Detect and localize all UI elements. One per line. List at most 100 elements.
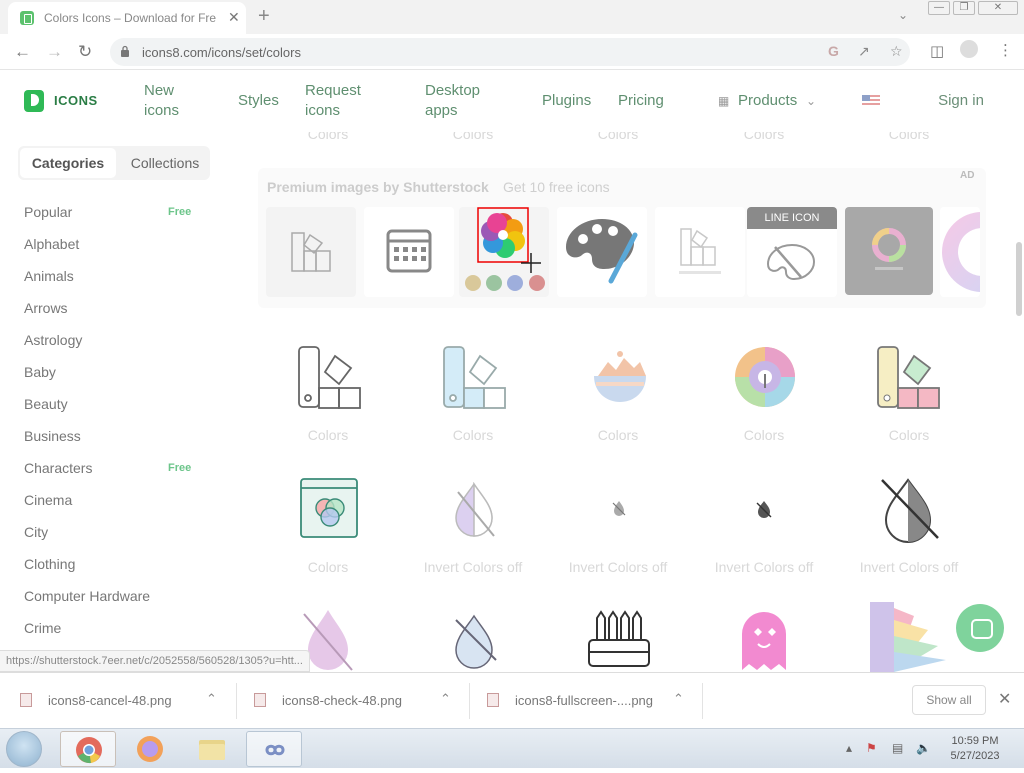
start-button[interactable] bbox=[6, 731, 42, 767]
promo-thumb-swatch-outline[interactable] bbox=[655, 207, 745, 297]
color-wheel-search-icon[interactable] bbox=[732, 344, 798, 410]
sidebar-item-characters[interactable]: Characters bbox=[24, 460, 92, 476]
sidebar-item-baby[interactable]: Baby bbox=[24, 364, 56, 380]
chevron-up-icon[interactable]: ⌃ bbox=[673, 691, 684, 707]
nav-desktop-apps[interactable]: Desktop apps bbox=[425, 81, 495, 121]
us-flag-icon[interactable] bbox=[862, 95, 880, 107]
icon-caption[interactable]: Invert Colors off bbox=[413, 559, 533, 575]
nav-pricing[interactable]: Pricing bbox=[618, 91, 664, 111]
download-item[interactable]: icons8-fullscreen-....png ⌃ bbox=[487, 687, 697, 715]
volume-muted-icon[interactable]: 🔈 bbox=[916, 741, 931, 755]
icon-caption[interactable]: Colors bbox=[268, 132, 388, 142]
chevron-up-icon[interactable]: ⌃ bbox=[206, 691, 217, 707]
rgb-circles-icon[interactable] bbox=[300, 478, 360, 540]
tray-expand-icon[interactable]: ▴ bbox=[846, 741, 852, 755]
nav-plugins[interactable]: Plugins bbox=[542, 91, 591, 111]
action-center-flag-icon[interactable]: ⚑ bbox=[866, 741, 877, 755]
sidebar-item-arrows[interactable]: Arrows bbox=[24, 300, 68, 316]
close-tab-button[interactable]: ✕ bbox=[228, 9, 240, 26]
address-bar[interactable]: icons8.com/icons/set/colors G ↗ ☆ bbox=[110, 38, 910, 66]
icon-caption[interactable]: Colors bbox=[268, 427, 388, 443]
sidebar-item-clothing[interactable]: Clothing bbox=[24, 556, 75, 572]
drop-half-icon[interactable] bbox=[450, 614, 500, 672]
download-item[interactable]: icons8-check-48.png ⌃ bbox=[254, 687, 464, 715]
sidebar-item-popular[interactable]: Popular bbox=[24, 204, 72, 220]
promo-thumb-gradient[interactable] bbox=[940, 207, 980, 297]
icon-caption[interactable]: Colors bbox=[849, 132, 969, 142]
minimize-window-button[interactable]: — bbox=[928, 1, 950, 15]
sidebar-item-beauty[interactable]: Beauty bbox=[24, 396, 68, 412]
nav-request-icons[interactable]: Request icons bbox=[305, 81, 375, 121]
sidebar-item-business[interactable]: Business bbox=[24, 428, 81, 444]
sidebar-item-city[interactable]: City bbox=[24, 524, 48, 540]
clock-date[interactable]: 5/27/2023 bbox=[940, 750, 1010, 762]
sidebar-item-crime[interactable]: Crime bbox=[24, 620, 61, 636]
sidebar-item-computer-hardware[interactable]: Computer Hardware bbox=[24, 588, 150, 604]
clock-time[interactable]: 10:59 PM bbox=[940, 735, 1010, 747]
promo-thumb-calendar[interactable] bbox=[364, 207, 454, 297]
icon-caption[interactable]: Colors bbox=[413, 132, 533, 142]
icon-caption[interactable]: Colors bbox=[558, 427, 678, 443]
show-all-downloads-button[interactable]: Show all bbox=[912, 685, 986, 715]
close-window-button[interactable]: ✕ bbox=[978, 1, 1018, 15]
sidebar-item-cinema[interactable]: Cinema bbox=[24, 492, 72, 508]
swatch-color-icon[interactable] bbox=[877, 346, 941, 410]
browser-menu-icon[interactable]: ⋮ bbox=[998, 41, 1013, 59]
chevron-down-icon[interactable]: ⌄ bbox=[806, 91, 816, 111]
sidebar-item-alphabet[interactable]: Alphabet bbox=[24, 236, 79, 252]
nav-styles[interactable]: Styles bbox=[238, 91, 279, 111]
maximize-window-button[interactable]: ❐ bbox=[953, 1, 975, 15]
close-download-shelf-icon[interactable]: ✕ bbox=[998, 689, 1011, 709]
browser-tab[interactable]: Colors Icons – Download for Fre ✕ bbox=[8, 2, 246, 34]
page-scrollbar[interactable] bbox=[1016, 242, 1022, 316]
promo-title[interactable]: Premium images by Shutterstock bbox=[267, 179, 489, 195]
icon-caption[interactable]: Invert Colors off bbox=[558, 559, 678, 575]
invert-colors-off-small-icon[interactable] bbox=[756, 500, 772, 518]
icon-caption[interactable]: Colors bbox=[413, 427, 533, 443]
firefox-taskbar-button[interactable] bbox=[122, 731, 178, 767]
invert-colors-off-large-icon[interactable] bbox=[878, 476, 940, 544]
sidebar-item-astrology[interactable]: Astrology bbox=[24, 332, 82, 348]
promo-link[interactable]: Get 10 free icons bbox=[503, 179, 610, 195]
crayon-box-icon[interactable] bbox=[587, 608, 651, 668]
sidebar-item-animals[interactable]: Animals bbox=[24, 268, 74, 284]
icon-caption[interactable]: Colors bbox=[704, 132, 824, 142]
download-filename[interactable]: icons8-check-48.png bbox=[282, 693, 402, 708]
share-icon[interactable]: ↗ bbox=[858, 43, 870, 60]
promo-thumb-line-icon[interactable]: LINE ICON bbox=[747, 207, 837, 297]
star-bookmark-icon[interactable]: ☆ bbox=[890, 43, 903, 60]
reload-icon[interactable]: ↻ bbox=[78, 42, 92, 62]
invert-colors-off-small-icon[interactable] bbox=[612, 500, 626, 516]
promo-thumb-swatch[interactable] bbox=[266, 207, 356, 297]
chrome-taskbar-button[interactable] bbox=[60, 731, 116, 767]
back-arrow-icon[interactable]: ← bbox=[14, 42, 31, 62]
icon-caption[interactable]: Colors bbox=[704, 427, 824, 443]
new-tab-button[interactable]: + bbox=[258, 5, 270, 28]
tab-collections[interactable]: Collections bbox=[122, 148, 208, 178]
promo-thumb-color-wheel[interactable] bbox=[459, 207, 549, 297]
nav-products[interactable]: Products bbox=[738, 91, 797, 111]
tab-categories[interactable]: Categories bbox=[20, 148, 116, 178]
forward-arrow-icon[interactable]: → bbox=[46, 42, 63, 62]
nav-new-icons[interactable]: New icons bbox=[144, 81, 194, 121]
icon-caption[interactable]: Invert Colors off bbox=[849, 559, 969, 575]
swatch-blue-icon[interactable] bbox=[443, 346, 507, 410]
download-filename[interactable]: icons8-cancel-48.png bbox=[48, 693, 172, 708]
promo-thumb-palette[interactable] bbox=[557, 207, 647, 297]
icon-caption[interactable]: Invert Colors off bbox=[704, 559, 824, 575]
profile-avatar[interactable] bbox=[960, 40, 978, 58]
sign-in-button[interactable]: Sign in bbox=[924, 84, 998, 118]
color-fan-icon[interactable] bbox=[868, 600, 950, 672]
url-text[interactable]: icons8.com/icons/set/colors bbox=[142, 45, 301, 60]
icon-caption[interactable]: Colors bbox=[268, 559, 388, 575]
paint-bowl-icon[interactable] bbox=[588, 346, 652, 410]
chevron-up-icon[interactable]: ⌃ bbox=[440, 691, 451, 707]
icon-caption[interactable]: Colors bbox=[558, 132, 678, 142]
download-item[interactable]: icons8-cancel-48.png ⌃ bbox=[20, 687, 230, 715]
chat-support-button[interactable] bbox=[956, 604, 1004, 652]
google-g-icon[interactable]: G bbox=[828, 43, 839, 59]
logo-text[interactable]: ICONS bbox=[54, 93, 98, 108]
tab-search-chevron-icon[interactable]: ⌄ bbox=[898, 8, 908, 22]
icons8-logo-icon[interactable] bbox=[24, 90, 44, 112]
swatch-outline-icon[interactable] bbox=[298, 346, 362, 410]
